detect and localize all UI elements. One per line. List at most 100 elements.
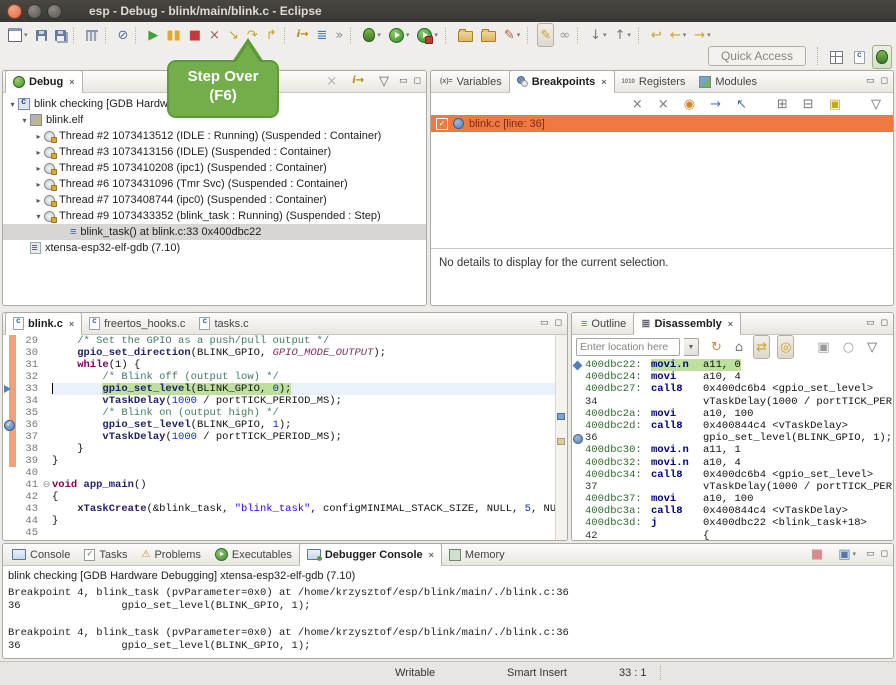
save-button[interactable]	[33, 23, 50, 47]
breakpoint-marker-icon[interactable]	[573, 434, 583, 444]
code-line[interactable]: 30 gpio_set_direction(BLINK_GPIO, GPIO_M…	[3, 347, 567, 359]
code-line[interactable]: 44}	[3, 515, 567, 527]
close-icon[interactable]: ×	[601, 77, 606, 87]
open-folder-button[interactable]	[478, 23, 499, 47]
tab-console[interactable]: Console	[5, 544, 77, 565]
mark-occurrences-button[interactable]: ✎	[537, 23, 554, 47]
disassembly-row[interactable]: 400dbc2a:movia10, 100	[572, 408, 893, 420]
code-line[interactable]: 34 vTaskDelay(1000 / portTICK_PERIOD_MS)…	[3, 395, 567, 407]
code-text[interactable]: /* Blink off (output low) */	[52, 371, 567, 383]
code-text[interactable]: }	[52, 455, 567, 467]
link-with-debug-view-button[interactable]: ▣	[826, 92, 844, 116]
terminate-button[interactable]: ■	[186, 23, 204, 47]
maximize-icon[interactable]: ◻	[414, 76, 421, 86]
code-line[interactable]: 35 /* Blink on (output high) */	[3, 407, 567, 419]
minimize-icon[interactable]: ▭	[866, 318, 875, 328]
forward-button[interactable]: →▾	[691, 23, 713, 47]
code-line[interactable]: 37 vTaskDelay(1000 / portTICK_PERIOD_MS)…	[3, 431, 567, 443]
go-to-file-button[interactable]: →	[707, 92, 724, 116]
code-editor[interactable]: 29 /* Set the GPIO as a push/pull output…	[3, 335, 567, 540]
marker-gutter[interactable]	[3, 527, 16, 539]
external-tools-button[interactable]: ▾	[414, 23, 441, 47]
display-selected-console-button[interactable]: ▣▾	[835, 543, 859, 566]
disassembly-row[interactable]: 400dbc3d:j0x400dbc22 <blink_task+18>	[572, 517, 893, 529]
location-input[interactable]: Enter location here	[576, 338, 680, 356]
tab-debugger-console[interactable]: Debugger Console ×	[299, 543, 442, 566]
view-menu-button[interactable]: ▽	[376, 70, 392, 93]
disassembly-row[interactable]: 400dbc30:movi.na11, 1	[572, 444, 893, 456]
disassembly-row[interactable]: 36gpio_set_level(BLINK_GPIO, 1);	[572, 432, 893, 444]
console-output[interactable]: Breakpoint 4, blink_task (pvParameter=0x…	[3, 583, 893, 657]
window-close-button[interactable]	[7, 4, 22, 19]
open-perspective-button[interactable]	[826, 45, 847, 69]
remove-all-terminated-button[interactable]: ×	[323, 70, 340, 93]
instruction-stepping-toggle[interactable]: i→	[349, 70, 367, 93]
tree-row[interactable]: ▸Thread #6 1073431096 (Tmr Svc) (Suspend…	[3, 176, 426, 192]
marker-gutter[interactable]	[3, 515, 16, 527]
marker-gutter[interactable]	[3, 371, 16, 383]
code-line[interactable]: 38 }	[3, 443, 567, 455]
use-step-filters-button[interactable]: »	[332, 23, 346, 47]
marker-gutter[interactable]	[3, 431, 16, 443]
refresh-button[interactable]: ↻	[708, 335, 725, 359]
tab-blink-c[interactable]: blink.c ×	[5, 312, 82, 335]
code-line[interactable]: 45	[3, 527, 567, 539]
terminate-console-button[interactable]: ■	[808, 543, 826, 566]
code-text[interactable]: }	[52, 515, 567, 527]
new-disassembly-view-button[interactable]: ▣	[814, 335, 832, 359]
collapse-all-button[interactable]: ⊟	[800, 92, 817, 116]
expand-icon[interactable]: ▸	[33, 148, 44, 157]
code-text[interactable]: vTaskDelay(1000 / portTICK_PERIOD_MS);	[52, 431, 567, 443]
minimize-icon[interactable]: ▭	[399, 76, 408, 86]
window-minimize-button[interactable]	[27, 4, 42, 19]
expand-icon[interactable]: ▸	[33, 132, 44, 141]
overview-ruler[interactable]	[555, 335, 567, 540]
disassembly-row[interactable]: 400dbc3a:call80x400844c4 <vTaskDelay>	[572, 505, 893, 517]
code-line[interactable]: 32 /* Blink off (output low) */	[3, 371, 567, 383]
quick-access-field[interactable]: Quick Access	[708, 46, 806, 66]
minimize-icon[interactable]: ▭	[866, 549, 875, 559]
disconnect-button[interactable]: ×	[206, 23, 223, 47]
fold-icon[interactable]: ⊖	[41, 479, 52, 491]
code-text[interactable]: /* Set the GPIO as a push/pull output */	[52, 335, 567, 347]
disassembly-row[interactable]: 400dbc27:call80x400dc6b4 <gpio_set_level…	[572, 383, 893, 395]
tab-freertos-hooks-c[interactable]: freertos_hooks.c	[82, 313, 192, 334]
expand-all-button[interactable]: ⊞	[774, 92, 791, 116]
code-line[interactable]: 33 gpio_set_level(BLINK_GPIO, 0);	[3, 383, 567, 395]
code-text[interactable]: xTaskCreate(&blink_task, "blink_task", c…	[52, 503, 568, 515]
collapse-icon[interactable]: ▾	[19, 116, 30, 125]
code-text[interactable]: vTaskDelay(1000 / portTICK_PERIOD_MS);	[52, 395, 567, 407]
tree-row[interactable]: xtensa-esp32-elf-gdb (7.10)	[3, 240, 426, 256]
marker-gutter[interactable]	[3, 443, 16, 455]
remove-selected-breakpoints-button[interactable]: ×	[629, 92, 646, 116]
skip-all-breakpoints-button[interactable]: ⊘	[115, 23, 132, 47]
breakpoint-row[interactable]: ✓ blink.c [line: 36]	[431, 115, 893, 132]
tab-breakpoints[interactable]: Breakpoints ×	[509, 70, 615, 93]
tab-tasks[interactable]: Tasks	[77, 544, 134, 565]
marker-gutter[interactable]	[3, 347, 16, 359]
marker-gutter[interactable]	[3, 407, 16, 419]
marker-gutter[interactable]	[3, 335, 16, 347]
instruction-stepping-button[interactable]: i→	[294, 23, 312, 47]
window-maximize-button[interactable]	[47, 4, 62, 19]
build-button[interactable]	[83, 23, 101, 47]
minimize-icon[interactable]: ▭	[866, 76, 875, 86]
maximize-icon[interactable]: ◻	[555, 318, 562, 328]
maximize-icon[interactable]: ◻	[881, 549, 888, 559]
debug-perspective-button[interactable]	[872, 45, 892, 69]
minimize-icon[interactable]: ▭	[540, 318, 549, 328]
marker-gutter[interactable]	[3, 419, 16, 431]
maximize-icon[interactable]: ◻	[881, 76, 888, 86]
marker-gutter[interactable]	[3, 467, 16, 479]
disassembly-listing[interactable]: 400dbc22:movi.na11, 0400dbc24:movia10, 4…	[572, 359, 893, 540]
tab-modules[interactable]: Modules	[692, 71, 764, 92]
code-text[interactable]: gpio_set_level(BLINK_GPIO, 0);	[52, 383, 567, 395]
close-icon[interactable]: ×	[69, 319, 74, 329]
disassembly-row[interactable]: 400dbc2d:call80x400844c4 <vTaskDelay>	[572, 420, 893, 432]
close-icon[interactable]: ×	[69, 77, 74, 87]
disassembly-row[interactable]: 400dbc32:movi.na10, 4	[572, 457, 893, 469]
code-text[interactable]: gpio_set_direction(BLINK_GPIO, GPIO_MODE…	[52, 347, 567, 359]
tree-row[interactable]: blink_task() at blink.c:33 0x400dbc22	[3, 224, 426, 240]
tree-row[interactable]: ▸Thread #7 1073408744 (ipc0) (Suspended …	[3, 192, 426, 208]
code-text[interactable]: }	[52, 443, 567, 455]
